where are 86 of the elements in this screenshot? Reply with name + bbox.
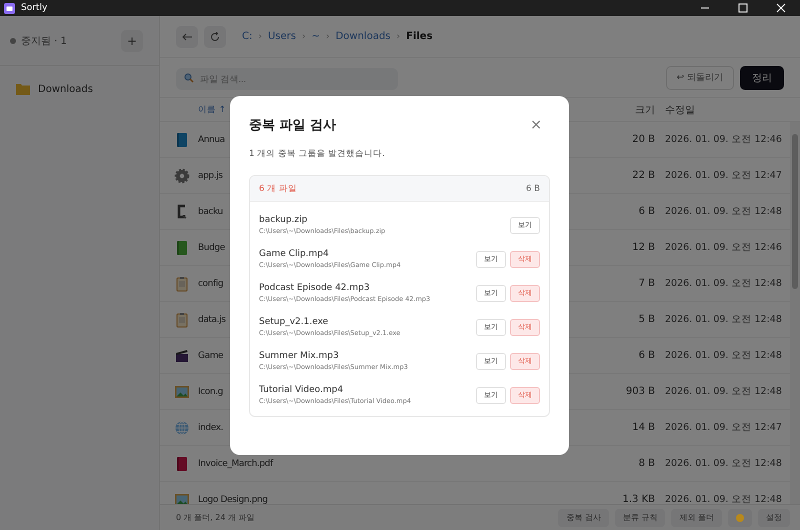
- undo-button[interactable]: ↩ 되돌리기: [666, 66, 734, 90]
- duplicate-file-name: Summer Mix.mp3: [259, 351, 340, 361]
- file-date: 2026. 01. 09. 오전 12:48: [664, 457, 783, 470]
- file-size: 14 B: [631, 422, 655, 433]
- file-size: 22 B: [631, 170, 655, 181]
- file-size: 20 B: [631, 134, 655, 145]
- file-date: 2026. 01. 09. 오전 12:47: [664, 421, 783, 434]
- organize-button[interactable]: 정리: [740, 66, 784, 90]
- group-size: 6 B: [526, 184, 540, 194]
- file-name: Logo Design.png: [198, 494, 268, 504]
- clapper-icon: [174, 348, 190, 364]
- group-count: 6 개 파일: [259, 182, 297, 194]
- file-date: 2026. 01. 09. 오전 12:47: [664, 169, 783, 182]
- book-icon: [174, 132, 190, 148]
- duplicate-file-name: Podcast Episode 42.mp3: [259, 283, 371, 293]
- breadcrumb-separator: ›: [396, 32, 400, 42]
- breadcrumb-separator: ›: [326, 32, 330, 42]
- breadcrumb-item[interactable]: Files: [406, 31, 433, 42]
- status-button[interactable]: 중복 검사: [558, 508, 609, 526]
- file-size: 6 B: [638, 206, 655, 217]
- file-date: 2026. 01. 09. 오전 12:46: [664, 241, 783, 254]
- status-button[interactable]: 분류 규칙: [614, 508, 666, 526]
- status-summary: 0 개 폴더, 24 개 파일: [176, 512, 255, 523]
- refresh-icon: [210, 32, 220, 42]
- file-size: 8 B: [638, 458, 655, 469]
- scrollbar[interactable]: [790, 122, 800, 504]
- file-date: 2026. 01. 09. 오전 12:48: [664, 205, 783, 218]
- breadcrumb-item[interactable]: Downloads: [336, 31, 391, 42]
- breadcrumb-separator: ›: [302, 32, 306, 42]
- breadcrumb-separator: ›: [258, 32, 262, 42]
- search-icon: [184, 72, 194, 82]
- file-size: 5 B: [638, 314, 655, 325]
- dialog-title: 중복 파일 검사: [249, 117, 336, 134]
- file-date: 2026. 01. 09. 오전 12:48: [664, 277, 783, 290]
- breadcrumb-item[interactable]: ~: [312, 31, 320, 42]
- file-name: data.js: [198, 314, 226, 324]
- clipboard-icon: [174, 276, 190, 292]
- file-date: 2026. 01. 09. 오전 12:48: [664, 349, 783, 362]
- close-button[interactable]: ×: [522, 117, 550, 133]
- file-name: Game: [198, 350, 224, 360]
- maximize-icon[interactable]: [738, 3, 748, 13]
- file-date: 2026. 01. 09. 오전 12:46: [664, 133, 783, 146]
- status-button[interactable]: 제외 폴더: [671, 508, 722, 526]
- gear-icon: [174, 168, 190, 184]
- file-size: 6 B: [638, 350, 655, 361]
- refresh-button[interactable]: [204, 26, 226, 48]
- file-name: app.js: [198, 170, 223, 180]
- book-icon: [174, 240, 190, 256]
- file-size: 903 B: [624, 386, 655, 397]
- file-name: index.: [198, 422, 224, 432]
- sidebar-item[interactable]: Downloads: [8, 78, 151, 100]
- back-button[interactable]: [176, 26, 198, 48]
- file-name: backu: [198, 206, 223, 216]
- folder-icon: [16, 83, 30, 95]
- column-header[interactable]: 크기: [595, 102, 655, 116]
- breadcrumb-item[interactable]: Users: [268, 31, 296, 42]
- breadcrumb-item[interactable]: C:: [242, 31, 252, 42]
- window-title: Sortly: [21, 3, 48, 13]
- duplicate-file-name: Setup_v2.1.exe: [259, 317, 330, 327]
- file-name: Budge: [198, 242, 225, 252]
- file-name: config: [198, 278, 224, 288]
- duplicate-file-name: Tutorial Video.mp4: [259, 385, 344, 395]
- back-arrow-icon: [182, 32, 192, 40]
- add-button[interactable]: +: [121, 30, 143, 52]
- file-size: 12 B: [631, 242, 655, 253]
- app-logo-icon: [4, 2, 15, 14]
- file-date: 2026. 01. 09. 오전 12:48: [664, 313, 783, 326]
- close-icon[interactable]: [776, 3, 786, 13]
- status-button[interactable]: 설정: [758, 508, 790, 526]
- image-icon: [174, 492, 190, 504]
- column-header[interactable]: 수정일: [655, 102, 785, 116]
- duplicate-file-name: Game Clip.mp4: [259, 249, 330, 259]
- dialog-summary: 1 개의 중복 그룹을 발견했습니다.: [249, 148, 386, 160]
- file-size: 7 B: [638, 278, 655, 289]
- file-name: Invoice_March.pdf: [198, 458, 273, 468]
- file-name: Annua: [198, 134, 225, 144]
- image-icon: [174, 384, 190, 400]
- file-name: Icon.g: [198, 386, 223, 396]
- duplicate-file-name: backup.zip: [259, 215, 308, 225]
- file-date: 2026. 01. 09. 오전 12:48: [664, 385, 783, 398]
- file-size: 1.3 KB: [622, 494, 655, 504]
- globe-icon: [174, 420, 190, 436]
- book-icon: [174, 456, 190, 472]
- watcher-status: 중지됨 · 1: [10, 34, 67, 48]
- file-date: 2026. 01. 09. 오전 12:48: [664, 493, 783, 504]
- clipboard-icon: [174, 312, 190, 328]
